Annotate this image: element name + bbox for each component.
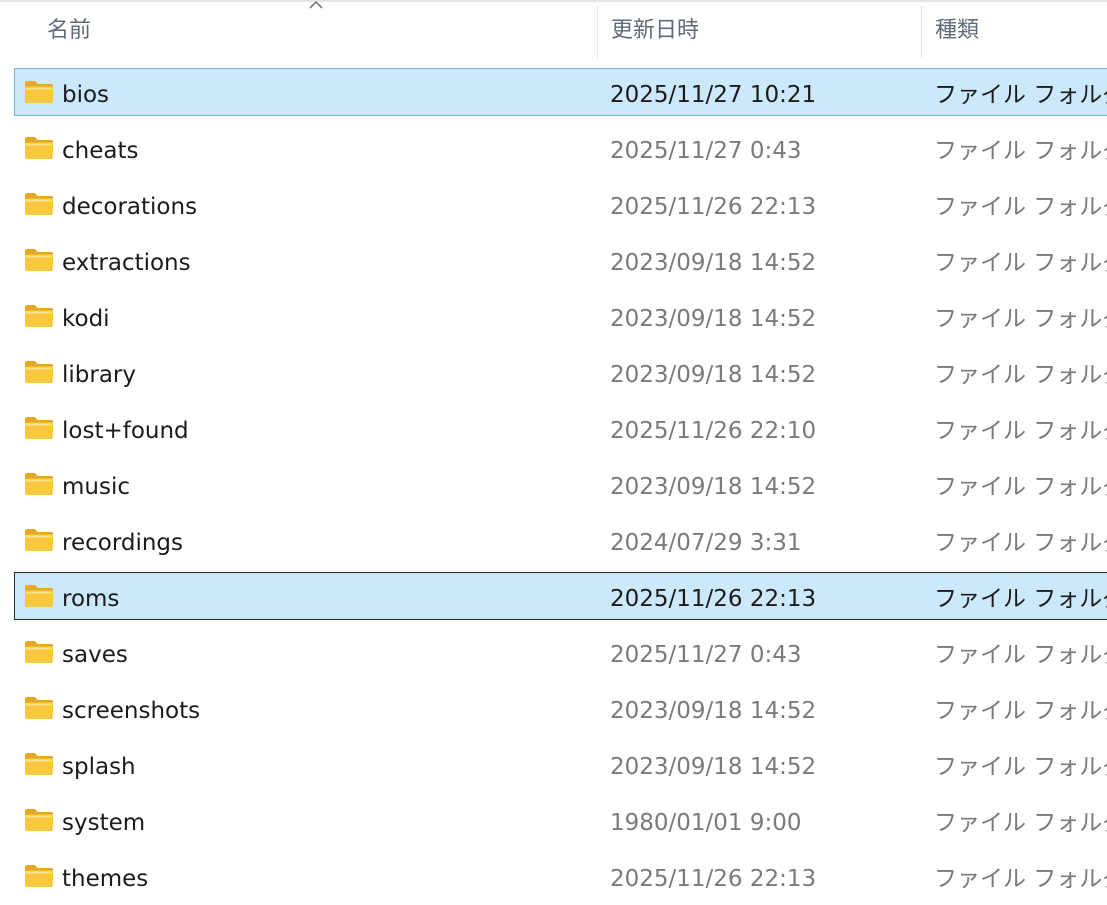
file-explorer-list-view: 名前 更新日時 種類 bios 2025/11/27 10:21 ファイル フォルダ…: [0, 0, 1107, 905]
folder-name[interactable]: splash: [62, 741, 136, 787]
folder-row[interactable]: music 2023/09/18 14:52 ファイル フォルダー: [14, 460, 1107, 508]
file-type: ファイル フォルダー: [934, 138, 1107, 164]
folder-icon: [25, 473, 53, 495]
date-modified: 2023/09/18 14:52: [610, 698, 817, 724]
file-type: ファイル フォルダー: [934, 474, 1107, 500]
file-type: ファイル フォルダー: [934, 250, 1107, 276]
folder-icon: [25, 753, 53, 775]
folder-row[interactable]: extractions 2023/09/18 14:52 ファイル フォルダー: [14, 236, 1107, 284]
date-modified: 2023/09/18 14:52: [610, 250, 817, 276]
folder-row[interactable]: roms 2025/11/26 22:13 ファイル フォルダー: [14, 572, 1107, 620]
column-header-name[interactable]: 名前: [47, 2, 91, 60]
date-modified: 2025/11/27 0:43: [610, 138, 802, 164]
folder-row[interactable]: library 2023/09/18 14:52 ファイル フォルダー: [14, 348, 1107, 396]
chevron-up-icon[interactable]: [307, 0, 325, 13]
folder-name[interactable]: decorations: [62, 181, 197, 227]
folder-icon: [25, 529, 53, 551]
folder-name[interactable]: bios: [62, 69, 109, 115]
date-modified: 2023/09/18 14:52: [610, 306, 817, 332]
folder-name[interactable]: lost+found: [62, 405, 189, 451]
folder-name[interactable]: themes: [62, 853, 148, 899]
file-type: ファイル フォルダー: [934, 194, 1107, 220]
folder-name[interactable]: cheats: [62, 125, 138, 171]
folder-icon: [25, 81, 53, 103]
folder-row[interactable]: themes 2025/11/26 22:13 ファイル フォルダー: [14, 852, 1107, 900]
folder-name[interactable]: library: [62, 349, 136, 395]
date-modified: 2025/11/26 22:13: [610, 194, 817, 220]
folder-row[interactable]: recordings 2024/07/29 3:31 ファイル フォルダー: [14, 516, 1107, 564]
folder-name[interactable]: recordings: [62, 517, 183, 563]
folder-icon: [25, 137, 53, 159]
folder-row[interactable]: splash 2023/09/18 14:52 ファイル フォルダー: [14, 740, 1107, 788]
folder-name[interactable]: roms: [62, 573, 119, 619]
file-type: ファイル フォルダー: [934, 530, 1107, 556]
file-type: ファイル フォルダー: [934, 306, 1107, 332]
folder-icon: [25, 249, 53, 271]
folder-row[interactable]: cheats 2025/11/27 0:43 ファイル フォルダー: [14, 124, 1107, 172]
file-list: bios 2025/11/27 10:21 ファイル フォルダー cheats 2025…: [0, 66, 1107, 905]
file-type: ファイル フォルダー: [934, 362, 1107, 388]
file-type: ファイル フォルダー: [934, 810, 1107, 836]
folder-icon: [25, 865, 53, 887]
folder-name[interactable]: kodi: [62, 293, 110, 339]
folder-row[interactable]: bios 2025/11/27 10:21 ファイル フォルダー: [14, 68, 1107, 116]
date-modified: 2025/11/27 10:21: [610, 82, 817, 108]
folder-row[interactable]: screenshots 2023/09/18 14:52 ファイル フォルダー: [14, 684, 1107, 732]
column-divider[interactable]: [921, 6, 922, 58]
file-type: ファイル フォルダー: [934, 418, 1107, 444]
file-type: ファイル フォルダー: [934, 698, 1107, 724]
date-modified: 2025/11/27 0:43: [610, 642, 802, 668]
date-modified: 1980/01/01 9:00: [610, 810, 802, 836]
date-modified: 2023/09/18 14:52: [610, 474, 817, 500]
folder-row[interactable]: lost+found 2025/11/26 22:10 ファイル フォルダー: [14, 404, 1107, 452]
folder-icon: [25, 585, 53, 607]
folder-icon: [25, 809, 53, 831]
file-type: ファイル フォルダー: [934, 754, 1107, 780]
column-header-bar: 名前 更新日時 種類: [0, 0, 1107, 60]
folder-name[interactable]: extractions: [62, 237, 191, 283]
date-modified: 2025/11/26 22:13: [610, 866, 817, 892]
folder-name[interactable]: system: [62, 797, 145, 843]
column-header-date-modified[interactable]: 更新日時: [611, 2, 699, 60]
folder-icon: [25, 417, 53, 439]
folder-name[interactable]: saves: [62, 629, 128, 675]
folder-icon: [25, 361, 53, 383]
folder-row[interactable]: kodi 2023/09/18 14:52 ファイル フォルダー: [14, 292, 1107, 340]
folder-icon: [25, 193, 53, 215]
folder-row[interactable]: decorations 2025/11/26 22:13 ファイル フォルダー: [14, 180, 1107, 228]
date-modified: 2024/07/29 3:31: [610, 530, 802, 556]
date-modified: 2023/09/18 14:52: [610, 754, 817, 780]
file-type: ファイル フォルダー: [934, 866, 1107, 892]
date-modified: 2025/11/26 22:13: [610, 586, 817, 612]
folder-row[interactable]: saves 2025/11/27 0:43 ファイル フォルダー: [14, 628, 1107, 676]
folder-icon: [25, 641, 53, 663]
folder-row[interactable]: system 1980/01/01 9:00 ファイル フォルダー: [14, 796, 1107, 844]
date-modified: 2023/09/18 14:52: [610, 362, 817, 388]
column-header-type[interactable]: 種類: [935, 2, 979, 60]
file-type: ファイル フォルダー: [934, 642, 1107, 668]
file-type: ファイル フォルダー: [934, 586, 1107, 612]
column-divider[interactable]: [597, 6, 598, 58]
date-modified: 2025/11/26 22:10: [610, 418, 817, 444]
folder-name[interactable]: screenshots: [62, 685, 200, 731]
file-type: ファイル フォルダー: [934, 82, 1107, 108]
folder-icon: [25, 305, 53, 327]
folder-icon: [25, 697, 53, 719]
folder-name[interactable]: music: [62, 461, 130, 507]
